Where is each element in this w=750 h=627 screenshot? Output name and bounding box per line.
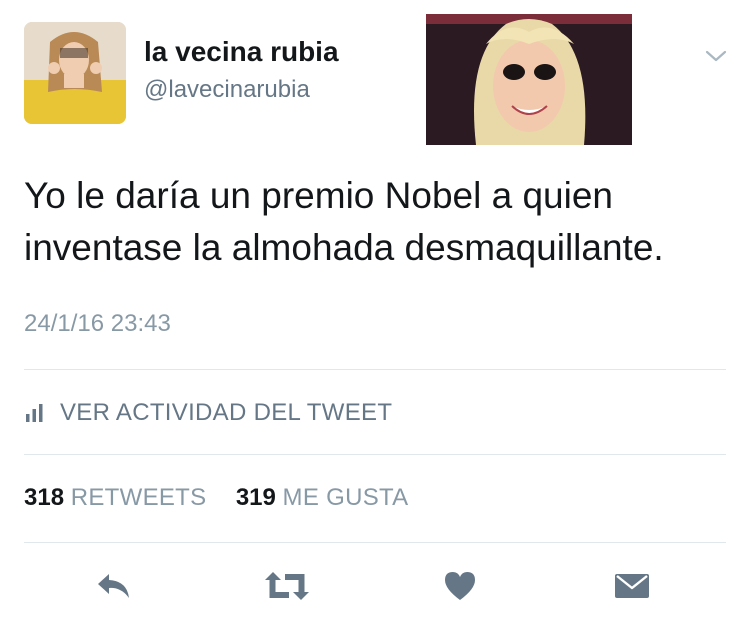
tweet-media-image[interactable] bbox=[426, 14, 632, 145]
direct-message-icon bbox=[615, 574, 649, 598]
retweets-label: RETWEETS bbox=[70, 484, 207, 511]
bar-chart-icon bbox=[26, 404, 43, 422]
activity-label: VER ACTIVIDAD DEL TWEET bbox=[60, 399, 393, 426]
reply-button[interactable] bbox=[94, 568, 134, 604]
like-heart-icon bbox=[445, 572, 475, 600]
media-photo bbox=[426, 14, 632, 145]
author-handle[interactable]: @lavecinarubia bbox=[144, 76, 310, 104]
avatar-image bbox=[24, 22, 126, 124]
divider bbox=[24, 369, 726, 370]
retweets-stat[interactable]: 318 RETWEETS bbox=[24, 484, 213, 511]
tweet-actions-bar bbox=[0, 562, 750, 610]
retweets-count: 318 bbox=[24, 484, 65, 511]
tweet-stats: 318 RETWEETS 319 ME GUSTA bbox=[24, 484, 409, 512]
author-display-name[interactable]: la vecina rubia bbox=[144, 36, 339, 68]
likes-stat[interactable]: 319 ME GUSTA bbox=[236, 484, 409, 511]
tweet-timestamp[interactable]: 24/1/16 23:43 bbox=[24, 310, 171, 338]
divider bbox=[24, 454, 726, 455]
retweet-button[interactable] bbox=[264, 568, 310, 604]
divider bbox=[24, 542, 726, 543]
like-button[interactable] bbox=[440, 568, 480, 604]
likes-label: ME GUSTA bbox=[282, 484, 409, 511]
view-tweet-activity-link[interactable]: VER ACTIVIDAD DEL TWEET bbox=[24, 398, 392, 428]
likes-count: 319 bbox=[235, 484, 276, 511]
more-options-chevron-icon[interactable] bbox=[704, 46, 728, 66]
direct-message-button[interactable] bbox=[612, 568, 652, 604]
author-avatar[interactable] bbox=[24, 22, 126, 124]
retweet-icon bbox=[265, 572, 309, 600]
reply-icon bbox=[98, 574, 129, 598]
tweet-text: Yo le daría un premio Nobel a quien inve… bbox=[24, 175, 664, 268]
